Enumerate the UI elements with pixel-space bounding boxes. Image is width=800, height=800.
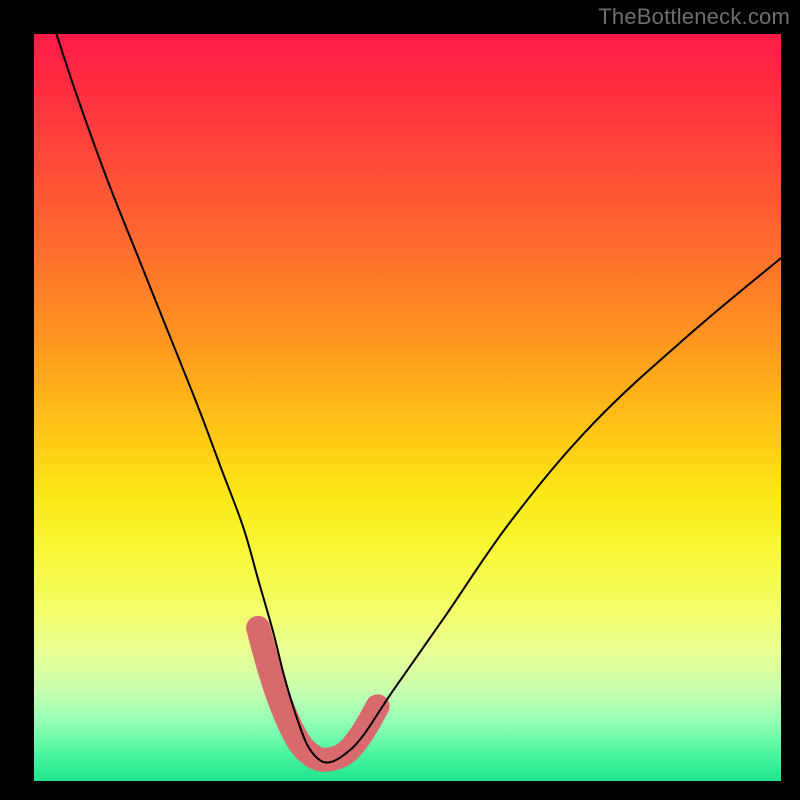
watermark-text: TheBottleneck.com (598, 4, 790, 30)
chart-plot-area (34, 34, 781, 781)
chart-frame: TheBottleneck.com (0, 0, 800, 800)
curve-layer (34, 34, 781, 781)
bottleneck-curve-path (56, 34, 781, 763)
